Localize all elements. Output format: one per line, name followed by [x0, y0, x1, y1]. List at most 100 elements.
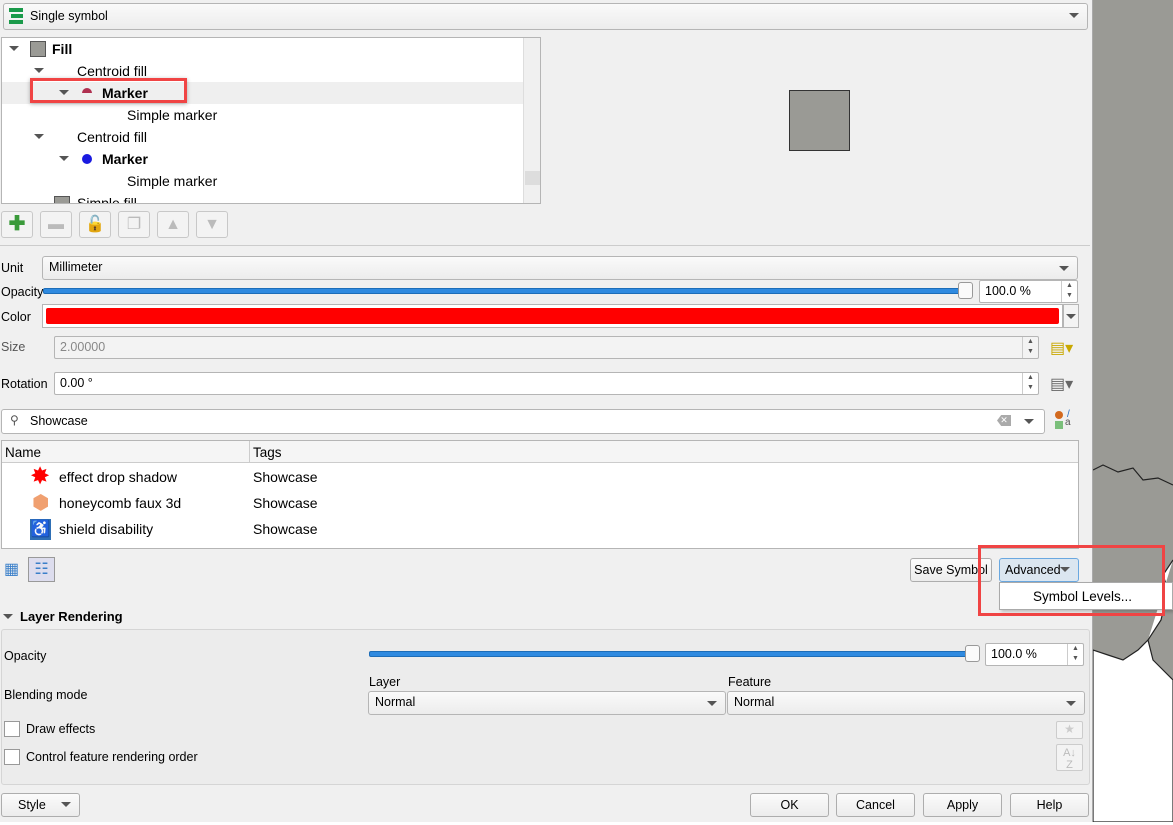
symbol-name: effect drop shadow: [59, 469, 178, 485]
add-layer-button[interactable]: ✚: [1, 211, 33, 238]
control-order-label: Control feature rendering order: [26, 750, 198, 764]
single-symbol-icon: [9, 8, 23, 24]
feature-blend-select[interactable]: Normal: [727, 691, 1085, 715]
list-item[interactable]: ✸ effect drop shadow Showcase: [2, 463, 1078, 490]
cancel-button[interactable]: Cancel: [836, 793, 915, 817]
layer-opacity-slider[interactable]: [369, 651, 974, 657]
spin-arrows-icon[interactable]: ▲ ▼: [1022, 373, 1038, 394]
tree-item-centroid-fill[interactable]: Centroid fill: [2, 126, 524, 148]
tree-scrollbar[interactable]: [523, 38, 540, 203]
opacity-label: Opacity: [1, 285, 44, 299]
tree-label: Centroid fill: [77, 129, 148, 145]
fill-swatch-icon: [30, 41, 46, 57]
size-spinbox[interactable]: 2.00000 ▲ ▼: [54, 336, 1039, 359]
highlight-box-marker: [30, 78, 187, 103]
list-item[interactable]: ♿ shield disability Showcase: [2, 518, 1078, 540]
help-button[interactable]: Help: [1010, 793, 1089, 817]
highlight-box-advanced: [978, 545, 1165, 616]
data-defined-override-icon[interactable]: ▤▾: [1050, 338, 1076, 358]
blending-mode-label: Blending mode: [4, 688, 88, 702]
symbol-tags: Showcase: [253, 521, 318, 537]
symbol-search-input[interactable]: ⚲ Showcase ✕: [1, 409, 1045, 434]
fill-swatch-icon: [54, 196, 70, 203]
color-button[interactable]: [42, 304, 1063, 328]
layer-rendering-title: Layer Rendering: [20, 609, 123, 624]
chevron-down-icon: [61, 802, 71, 807]
layer-opacity-spinbox[interactable]: 100.0 % ▲ ▼: [985, 643, 1084, 666]
tree-label: Simple marker: [127, 173, 218, 189]
move-up-button[interactable]: ▲: [157, 211, 189, 238]
apply-label: Apply: [946, 798, 979, 812]
tree-item-fill[interactable]: Fill: [2, 38, 524, 60]
layer-rendering-header[interactable]: Layer Rendering: [3, 609, 123, 624]
expand-icon: [9, 46, 19, 51]
color-swatch: [46, 308, 1059, 324]
style-label: Style: [18, 798, 46, 812]
layer-opacity-label: Opacity: [4, 649, 47, 663]
move-down-button[interactable]: ▼: [196, 211, 228, 238]
icon-view-button[interactable]: ▦: [4, 560, 24, 580]
chevron-down-icon: [707, 701, 717, 706]
tree-label: Simple fill: [77, 195, 137, 204]
symbol-name: shield disability: [59, 521, 154, 537]
tree-label: Simple marker: [127, 107, 218, 123]
color-dropdown-button[interactable]: [1063, 304, 1079, 328]
red-star-icon: ✸: [30, 463, 51, 490]
opacity-spinbox[interactable]: 100.0 % ▲ ▼: [979, 280, 1078, 303]
column-header-name[interactable]: Name: [5, 445, 41, 460]
layer-opacity-handle[interactable]: [965, 645, 980, 662]
map-canvas[interactable]: [1092, 0, 1173, 823]
opacity-slider[interactable]: [43, 288, 968, 294]
tree-item-marker[interactable]: Marker: [2, 148, 524, 170]
layer-opacity-value: 100.0 %: [991, 647, 1037, 661]
search-icon: ⚲: [10, 413, 19, 427]
blue-circle-marker-icon: [82, 154, 92, 164]
effects-star-icon[interactable]: ★: [1056, 721, 1083, 739]
symbol-list[interactable]: Name Tags ✸ effect drop shadow Showcase ⬢ h…: [1, 440, 1079, 549]
feature-blend-value: Normal: [734, 695, 775, 709]
symbol-preview: [789, 90, 850, 151]
save-symbol-label: Save Symbol: [914, 563, 988, 577]
map-boundaries: [1092, 464, 1173, 823]
remove-layer-button[interactable]: ▬: [40, 211, 72, 238]
wheelchair-icon: ♿: [30, 519, 51, 540]
draw-effects-checkbox[interactable]: [4, 721, 20, 737]
control-order-checkbox[interactable]: [4, 749, 20, 765]
tree-item-simple-marker[interactable]: Simple marker: [2, 170, 524, 192]
lock-layer-button[interactable]: 🔓: [79, 211, 111, 238]
symbol-layer-tree[interactable]: Fill Centroid fill Marker Simple marker …: [1, 37, 541, 204]
symbology-dialog: Single symbol Fill Centroid fill Marker …: [0, 0, 1173, 822]
renderer-type-label: Single symbol: [30, 9, 108, 23]
style-button[interactable]: Style: [1, 793, 80, 817]
symbol-tags: Showcase: [253, 495, 318, 511]
rotation-value: 0.00 °: [60, 376, 93, 390]
tree-item-simple-fill[interactable]: Simple fill: [2, 192, 524, 204]
color-label: Color: [1, 310, 31, 324]
tree-item-simple-marker[interactable]: Simple marker: [2, 104, 524, 126]
hexagon-icon: ⬢: [32, 492, 50, 514]
layer-blend-select[interactable]: Normal: [368, 691, 726, 715]
size-label: Size: [1, 340, 26, 354]
style-manager-icon[interactable]: a /: [1055, 409, 1075, 431]
unit-select[interactable]: Millimeter: [42, 256, 1078, 280]
spin-arrows-icon[interactable]: ▲ ▼: [1067, 644, 1083, 665]
expand-icon: [59, 156, 69, 161]
chevron-down-icon: [1066, 701, 1076, 706]
clear-icon[interactable]: ✕: [997, 415, 1011, 426]
duplicate-layer-button[interactable]: ❐: [118, 211, 150, 238]
layer-rendering-group: Opacity 100.0 % ▲ ▼ Blending mode Layer Fe…: [1, 629, 1090, 785]
chevron-down-icon[interactable]: [1024, 419, 1034, 424]
rotation-spinbox[interactable]: 0.00 ° ▲ ▼: [54, 372, 1039, 395]
spin-arrows-icon[interactable]: ▲ ▼: [1061, 281, 1077, 302]
size-value: 2.00000: [60, 340, 106, 354]
data-defined-override-icon[interactable]: ▤▾: [1050, 374, 1076, 394]
apply-button[interactable]: Apply: [923, 793, 1002, 817]
sort-az-icon[interactable]: A↓ Z: [1056, 744, 1083, 771]
ok-button[interactable]: OK: [750, 793, 829, 817]
list-item[interactable]: ⬢ honeycomb faux 3d Showcase: [2, 492, 1078, 514]
column-header-tags[interactable]: Tags: [253, 445, 282, 460]
list-view-button[interactable]: ☷: [28, 557, 55, 582]
opacity-slider-handle[interactable]: [958, 282, 973, 299]
renderer-type-select[interactable]: Single symbol: [3, 3, 1088, 30]
spin-arrows-icon[interactable]: ▲ ▼: [1022, 337, 1038, 358]
